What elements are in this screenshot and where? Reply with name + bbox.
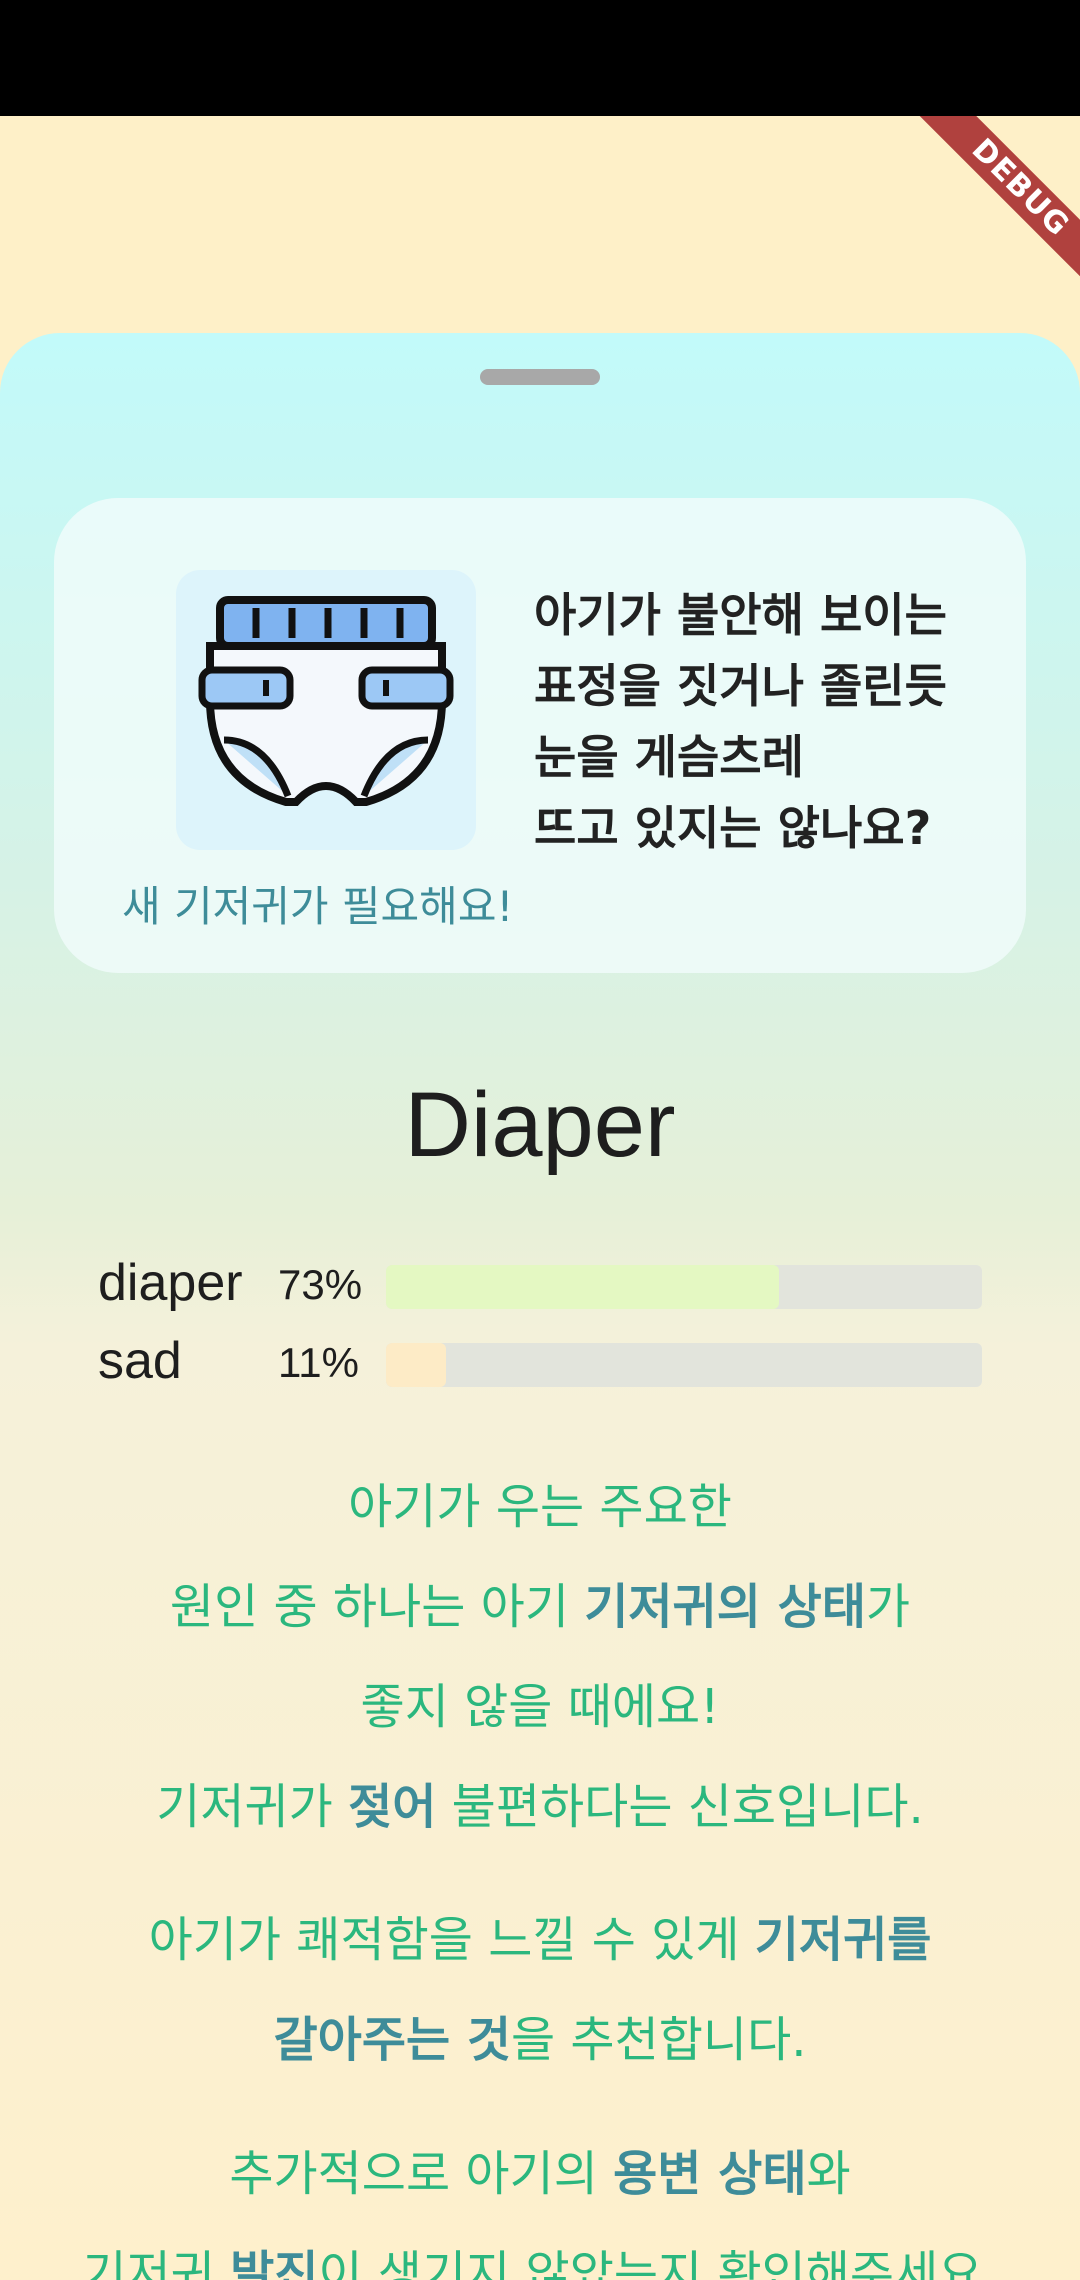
probability-bar [386,1343,982,1387]
probability-label: diaper [98,1254,243,1312]
probability-percent: 73% [278,1261,363,1308]
advice-text: 추가적으로 아기의 [229,2146,614,2202]
advice-text: 가 [865,1579,911,1635]
result-sheet[interactable]: 아기가 불안해 보이는 표정을 짓거나 졸린듯 눈을 게슴츠레 뜨고 있지는 않… [0,333,1080,2280]
advice-text: 기저귀가 [156,1779,349,1835]
diaper-icon [198,596,454,806]
drag-handle[interactable] [480,369,600,385]
advice-line: 기저귀 발진이 생기지 않았는지 확인해주세요. [0,2224,1080,2280]
advice-line: 갈아주는 것을 추천합니다. [0,1990,1080,2090]
advice-text: 이 생기지 않았는지 확인해주세요. [318,2246,998,2280]
advice-text: 와 [806,2146,851,2202]
advice-line: 아기가 쾌적함을 느낄 수 있게 기저귀를 [0,1890,1080,1990]
advice-line: 좋지 않을 때에요! [0,1657,1080,1757]
diaper-icon-box [176,570,476,850]
probability-row-sad: sad 11% [98,1331,982,1391]
probability-label: sad [98,1332,182,1390]
card-subtitle: 새 기저귀가 필요해요! [122,882,514,931]
probability-bar-fill [386,1265,780,1309]
debug-label: DEBUG [913,116,1080,295]
card-question: 아기가 불안해 보이는 표정을 짓거나 졸린듯 눈을 게슴츠레 뜨고 있지는 않… [534,580,974,864]
probability-percent: 11% [278,1339,359,1386]
probability-bar-fill [386,1343,446,1387]
advice-line: 기저귀가 젖어 불편하다는 신호입니다. [0,1757,1080,1857]
advice-emphasis: 발진 [230,2246,319,2280]
advice-text: 좋지 않을 때에요! [360,1679,720,1735]
advice-line: 아기가 우는 주요한 [0,1457,1080,1557]
info-card: 아기가 불안해 보이는 표정을 짓거나 졸린듯 눈을 게슴츠레 뜨고 있지는 않… [54,498,1026,973]
advice-emphasis: 젖어 [348,1779,437,1835]
advice-text: 불편하다는 신호입니다. [436,1779,924,1835]
probability-bar [386,1265,982,1309]
advice-emphasis: 기저귀를 [754,1912,932,1968]
class-title: Diaper [404,1074,676,1176]
advice-text: 아기가 쾌적함을 느낄 수 있게 [148,1912,755,1968]
advice-text: 을 추천합니다. [511,2012,807,2068]
question-line: 뜨고 있지는 않나요? [534,801,932,855]
question-line: 눈을 게슴츠레 [534,730,804,784]
status-bar [0,0,1080,116]
debug-banner: DEBUG [900,116,1080,296]
advice-text: 원인 중 하나는 아기 [169,1579,585,1635]
advice-paragraph-2: 아기가 쾌적함을 느낄 수 있게 기저귀를 갈아주는 것을 추천합니다. [0,1890,1080,2090]
advice-text: 기저귀 [82,2246,231,2280]
advice-line: 추가적으로 아기의 용변 상태와 [0,2124,1080,2224]
advice-paragraph-1: 아기가 우는 주요한 원인 중 하나는 아기 기저귀의 상태가 좋지 않을 때에… [0,1457,1080,1857]
advice-emphasis: 기저귀의 상태 [584,1579,866,1635]
question-line: 아기가 불안해 보이는 [534,588,947,642]
advice-line: 원인 중 하나는 아기 기저귀의 상태가 [0,1557,1080,1657]
question-line: 표정을 짓거나 졸린듯 [534,659,947,713]
advice-text: 아기가 우는 주요한 [348,1479,732,1535]
advice-emphasis: 갈아주는 것 [273,2012,512,2068]
advice-emphasis: 용변 상태 [613,2146,807,2202]
probability-row-diaper: diaper 73% [98,1253,982,1313]
advice-paragraph-3: 추가적으로 아기의 용변 상태와 기저귀 발진이 생기지 않았는지 확인해주세요… [0,2124,1080,2280]
